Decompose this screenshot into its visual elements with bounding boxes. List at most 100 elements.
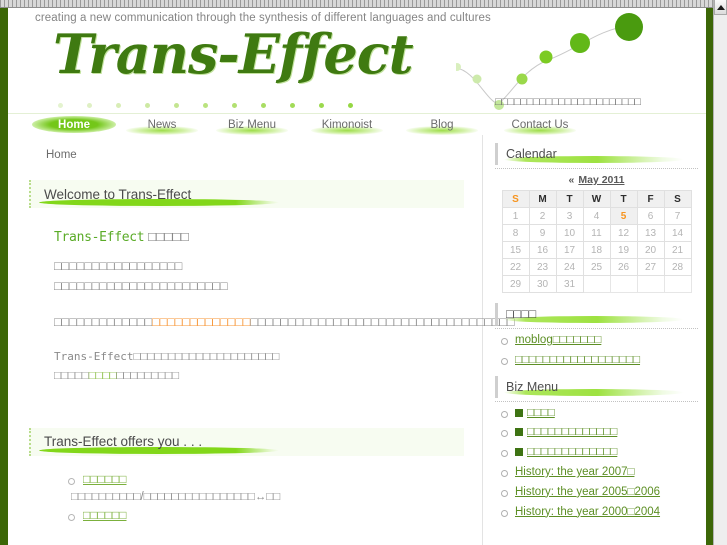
calendar-day-cell[interactable]: 29 <box>501 275 530 293</box>
calendar-day-cell[interactable]: 4 <box>582 207 611 225</box>
paragraph-3-post: □□□□□□□□□ <box>116 369 180 382</box>
offers-body: □□□□□□ □□□□□□□□□□/□□□□□□□□□□□□□□□□↔□□ □□… <box>8 472 482 522</box>
paragraph-2-post: □□□□□□□□□□□□□□□□□□□□□□□□□□□□□□□□□□□ <box>250 315 515 329</box>
calendar-day-cell[interactable]: 14 <box>663 224 692 242</box>
calendar-day-cell[interactable]: 23 <box>528 258 557 276</box>
calendar-day-cell[interactable]: 3 <box>555 207 584 225</box>
page-frame: creating a new communication through the… <box>0 8 713 545</box>
nav-item-biz-menu[interactable]: Biz Menu <box>206 114 298 136</box>
widget-links-title: □□□□ <box>506 307 537 321</box>
biz-menu-link[interactable]: History: the year 2000□2004 <box>515 506 660 518</box>
calendar-empty-cell <box>582 275 611 293</box>
calendar-day-cell[interactable]: 19 <box>609 241 638 259</box>
calendar-day-cell[interactable]: 6 <box>636 207 665 225</box>
biz-menu-link-label: □□□□□□□□□□□□□ <box>527 426 618 439</box>
calendar-day-cell[interactable]: 8 <box>501 224 530 242</box>
biz-menu-link[interactable]: □□□□□□□□□□□□□ <box>515 446 617 458</box>
calendar-day-cell[interactable]: 24 <box>555 258 584 276</box>
list-item: moblog□□□□□□□ <box>499 334 698 348</box>
nav-item-news-label: News <box>147 119 177 131</box>
scroll-up-button[interactable] <box>714 0 727 15</box>
welcome-body: Trans-Effect □□□□□ □□□□□□□□□□□□□□□□□ □□□… <box>8 227 515 386</box>
calendar-nav: «May 2011 <box>495 174 698 186</box>
offer-description: □□□□□□□□□□/□□□□□□□□□□□□□□□□↔□□ <box>71 490 281 503</box>
calendar-day-cell[interactable]: 25 <box>582 258 611 276</box>
calendar-day-header-wed: W <box>582 190 611 208</box>
widget-links-header: □□□□ <box>495 303 698 325</box>
list-item: □□□□□□□□□□□□□ <box>499 426 698 440</box>
links-widget-list: moblog□□□□□□□ □□□□□□□□□□□□□□□□□□ <box>495 334 698 368</box>
calendar-day-cell[interactable]: 5 <box>609 207 638 225</box>
calendar-day-cell[interactable]: 16 <box>528 241 557 259</box>
biz-menu-link[interactable]: History: the year 2005□2006 <box>515 486 660 498</box>
calendar-day-cell[interactable]: 28 <box>663 258 692 276</box>
calendar-day-cell[interactable]: 21 <box>663 241 692 259</box>
calendar-day-cell[interactable]: 10 <box>555 224 584 242</box>
calendar-day-header-fri: F <box>636 190 665 208</box>
calendar-prev-month-button[interactable]: « <box>569 174 575 186</box>
links-widget-link[interactable]: □□□□□□□□□□□□□□□□□□ <box>515 354 640 366</box>
biz-menu-link-label: □□□□□□□□□□□□□ <box>527 446 618 459</box>
calendar-day-cell[interactable]: 27 <box>636 258 665 276</box>
list-item: □□□□□□□□□□□□□ <box>499 446 698 460</box>
calendar-day-cell[interactable]: 13 <box>636 224 665 242</box>
square-bullet-icon <box>515 428 523 437</box>
widget-links: □□□□ moblog□□□□□□□ □□□□□□□□□□□□□□□□□□ <box>495 303 698 368</box>
nav-item-blog-label: Blog <box>430 119 454 131</box>
lead-brand-name: Trans-Effect <box>54 230 145 245</box>
list-item: History: the year 2000□2004 <box>499 506 698 520</box>
calendar-day-cell[interactable]: 9 <box>528 224 557 242</box>
paragraph-1-line-1: □□□□□□□□□□□□□□□□□ <box>54 258 183 273</box>
nav-list: Home News Biz Menu Kimonoist Blog Contac… <box>8 114 706 136</box>
calendar-empty-cell <box>609 275 638 293</box>
calendar-day-cell[interactable]: 2 <box>528 207 557 225</box>
vertical-scrollbar[interactable] <box>713 0 727 545</box>
section-heading-offers: Trans-Effect offers you . . . <box>29 427 464 456</box>
logo-dot-row <box>58 100 358 110</box>
paragraph-3-pre: □□□□□□□□□□□□□□□□□□□□□ <box>133 351 280 364</box>
calendar-day-cell[interactable]: 12 <box>609 224 638 242</box>
biz-menu-link[interactable]: History: the year 2007□ <box>515 466 634 478</box>
offer-title-link[interactable]: □□□□□□ <box>83 472 127 486</box>
list-item: History: the year 2007□ <box>499 466 698 480</box>
biz-menu-link[interactable]: □□□□ <box>515 407 555 419</box>
calendar-day-cell[interactable]: 18 <box>582 241 611 259</box>
lead-rest-text: □□□□□ <box>144 229 189 244</box>
primary-navigation: Home News Biz Menu Kimonoist Blog Contac… <box>8 113 706 135</box>
calendar-day-cell[interactable]: 11 <box>582 224 611 242</box>
calendar-day-cell[interactable]: 7 <box>663 207 692 225</box>
calendar-week-row: 8 9 10 11 12 13 14 <box>501 224 692 242</box>
breadcrumb[interactable]: Home <box>8 135 482 161</box>
calendar-day-cell[interactable]: 22 <box>501 258 530 276</box>
welcome-paragraph-1: □□□□□□□□□□□□□□□□□ □□□□□□□□□□□□□□□□□□□□□□… <box>54 256 464 297</box>
biz-menu-link[interactable]: □□□□□□□□□□□□□ <box>515 426 617 438</box>
nav-item-contact-us[interactable]: Contact Us <box>488 114 592 136</box>
site-logo[interactable]: Trans-Effect <box>53 22 414 86</box>
calendar-header-row: S M T W T F S <box>501 190 692 208</box>
calendar-day-cell[interactable]: 15 <box>501 241 530 259</box>
calendar-day-cell[interactable]: 20 <box>636 241 665 259</box>
nav-item-home[interactable]: Home <box>30 114 118 136</box>
calendar-week-row: 29 30 31 <box>501 275 692 293</box>
calendar-day-cell[interactable]: 30 <box>528 275 557 293</box>
paragraph-3-highlight-green: □□□□ <box>88 369 117 382</box>
calendar-day-cell[interactable]: 17 <box>555 241 584 259</box>
section-heading-welcome: Welcome to Trans-Effect <box>29 180 464 208</box>
welcome-paragraph-3: Trans-Effect□□□□□□□□□□□□□□□□□□□□□ □□□□□□… <box>54 348 464 385</box>
offer-title-link[interactable]: □□□□□□ <box>83 508 127 522</box>
calendar-day-cell[interactable]: 26 <box>609 258 638 276</box>
links-widget-link[interactable]: moblog□□□□□□□ <box>515 334 601 346</box>
nav-item-kimonoist[interactable]: Kimonoist <box>298 114 396 136</box>
widget-divider <box>495 400 698 402</box>
widget-biz-menu-header: Biz Menu <box>495 375 698 398</box>
offer-title-row: □□□□□□ <box>66 508 464 522</box>
nav-item-biz-menu-label: Biz Menu <box>228 119 276 131</box>
calendar-day-cell[interactable]: 1 <box>501 207 530 225</box>
nav-item-blog[interactable]: Blog <box>396 114 488 136</box>
calendar-day-cell[interactable]: 31 <box>555 275 584 293</box>
offer-list-item: □□□□□□ □□□□□□□□□□/□□□□□□□□□□□□□□□□↔□□ <box>66 472 464 506</box>
section-heading-offers-label: Trans-Effect offers you . . . <box>44 434 203 449</box>
triangle-up-icon <box>716 4 725 10</box>
calendar-body: 1 2 3 4 5 6 7 8 9 10 11 12 13 14 15 16 17 18 19 20 21 22 23 24 2… <box>501 207 692 293</box>
nav-item-news[interactable]: News <box>118 114 206 136</box>
